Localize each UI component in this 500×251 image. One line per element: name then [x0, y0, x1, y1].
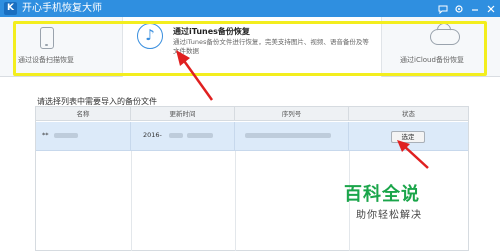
cloud-icon — [430, 29, 460, 45]
backup-row-status-cell: 选定 — [349, 122, 468, 151]
window-controls — [438, 2, 496, 15]
watermark-main: 百科全说 — [344, 184, 420, 205]
mode-itunes-description: 通过iTunes备份文件进行恢复，完美支持图片、视频、语音备份及等文件数据 — [173, 38, 369, 55]
phone-icon — [40, 27, 54, 49]
mode-itunes-backup[interactable]: ♪ 通过iTunes备份恢复 通过iTunes备份文件进行恢复，完美支持图片、视… — [122, 17, 382, 77]
mode-icloud-label: 通过iCloud备份恢复 — [400, 56, 464, 64]
column-divider — [131, 151, 132, 251]
backup-row-updated-cell: 2016- — [131, 122, 235, 151]
mode-device-label: 通过设备扫描恢复 — [18, 56, 74, 64]
column-header-updated[interactable]: 更新时间 — [131, 107, 235, 121]
redacted-time-2 — [187, 133, 213, 138]
backup-row-name-cell: ** — [36, 122, 131, 151]
backup-row-updated: 2016- — [143, 131, 162, 139]
watermark: 百科全说 助你轻松解决 — [344, 180, 464, 226]
redacted-name — [54, 133, 78, 138]
backup-row[interactable]: ** 2016- 选定 — [36, 122, 468, 151]
music-note-icon: ♪ — [137, 23, 163, 49]
backup-table: 名称 更新时间 序列号 状态 ** 2016- 选定 — [35, 106, 469, 251]
column-divider — [235, 151, 236, 251]
title-bar: K 开心手机恢复大师 — [0, 0, 500, 17]
column-header-status[interactable]: 状态 — [349, 107, 468, 121]
watermark-sub: 助你轻松解决 — [356, 210, 422, 221]
backup-row-name: ** — [42, 131, 49, 139]
app-title: 开心手机恢复大师 — [22, 3, 102, 14]
column-header-serial[interactable]: 序列号 — [235, 107, 349, 121]
backup-row-serial-cell — [235, 122, 349, 151]
minimize-icon[interactable] — [470, 4, 480, 14]
mode-itunes-title: 通过iTunes备份恢复 — [173, 27, 250, 36]
redacted-serial — [245, 133, 331, 138]
app-logo: K — [4, 2, 17, 15]
select-backup-button[interactable]: 选定 — [391, 131, 425, 143]
chat-icon[interactable] — [438, 4, 448, 14]
gear-icon[interactable] — [454, 4, 464, 14]
redacted-time — [169, 133, 183, 138]
mode-device-scan[interactable]: 通过设备扫描恢复 — [18, 17, 114, 77]
mode-icloud-backup[interactable]: 通过iCloud备份恢复 — [400, 17, 486, 77]
close-icon[interactable] — [486, 4, 496, 14]
column-header-name[interactable]: 名称 — [36, 107, 131, 121]
backup-table-header: 名称 更新时间 序列号 状态 — [36, 107, 468, 121]
